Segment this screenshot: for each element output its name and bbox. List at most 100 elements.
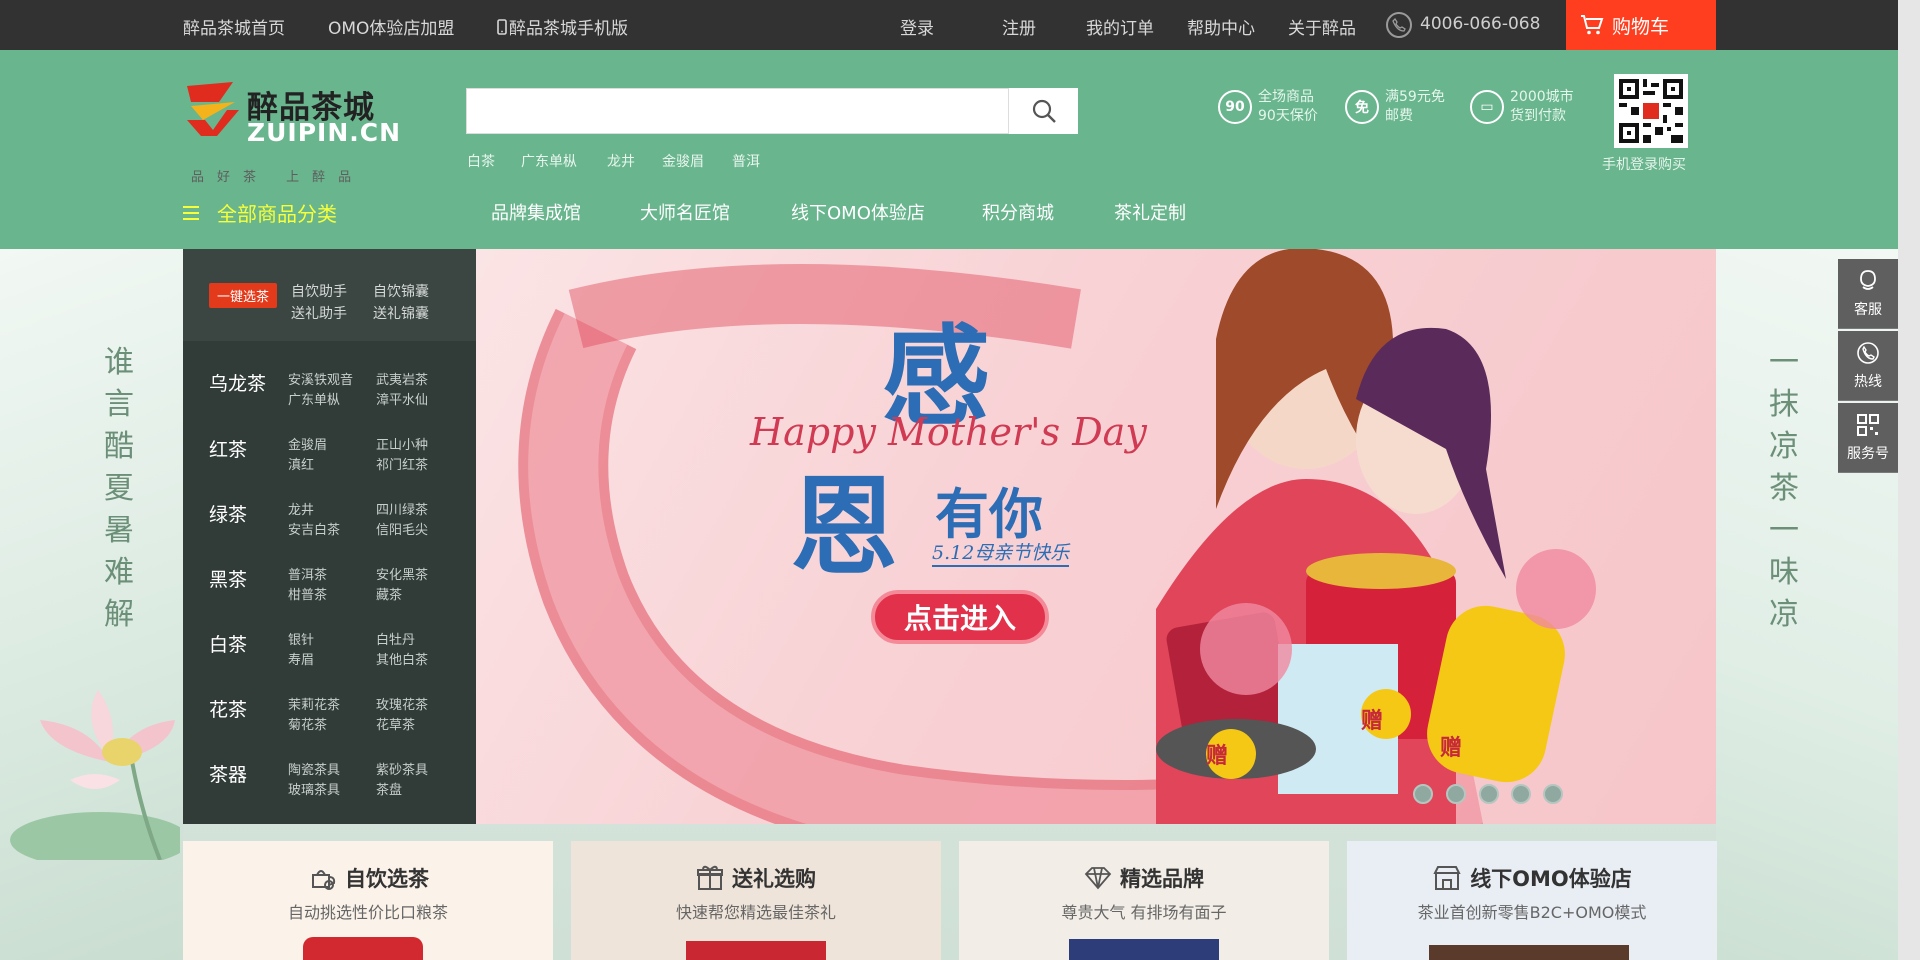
- category-sub[interactable]: 安化黑茶: [376, 564, 428, 583]
- search-button[interactable]: [1008, 88, 1078, 134]
- category-sub[interactable]: 菊花茶: [288, 714, 327, 733]
- category-sub[interactable]: 玫瑰花茶: [376, 694, 428, 713]
- category-sub[interactable]: 银针: [288, 629, 314, 648]
- category-sub[interactable]: 普洱茶: [288, 564, 327, 583]
- category-sub[interactable]: 广东单枞: [288, 389, 340, 408]
- quick-link[interactable]: 自饮锦囊: [373, 281, 429, 301]
- top-link-help[interactable]: 帮助中心: [1187, 14, 1255, 39]
- category-name[interactable]: 绿茶: [209, 500, 247, 527]
- qr-code-icon: [1619, 79, 1683, 143]
- category-sub[interactable]: 寿眉: [288, 649, 314, 668]
- feature-line: 2000城市: [1510, 89, 1574, 105]
- category-sub[interactable]: 龙井: [288, 499, 314, 518]
- poem-char: 抹: [1769, 387, 1799, 422]
- feature-line: 邮费: [1385, 108, 1413, 124]
- category-name[interactable]: 红茶: [209, 435, 247, 462]
- quick-link[interactable]: 送礼锦囊: [373, 303, 429, 323]
- logo[interactable]: 醉品茶城 ZUIPIN.CN 品好茶 上醉品: [183, 80, 400, 185]
- category-name[interactable]: 白茶: [209, 630, 247, 657]
- top-link-register[interactable]: 注册: [1002, 14, 1036, 39]
- service-hotline[interactable]: 热线: [1838, 331, 1898, 401]
- poem-char: 一: [1769, 513, 1799, 548]
- top-link-about[interactable]: 关于醉品: [1288, 14, 1356, 39]
- hot-keyword[interactable]: 金骏眉: [662, 151, 704, 171]
- category-sub[interactable]: 武夷岩茶: [376, 369, 428, 388]
- poem-char: 酷: [104, 429, 134, 464]
- poem-char: 一: [1769, 345, 1799, 380]
- top-link-omo-join[interactable]: OMO体验店加盟: [328, 14, 454, 39]
- feature-line: 货到付款: [1510, 108, 1566, 124]
- category-sub[interactable]: 陶瓷茶具: [288, 759, 340, 778]
- category-sub[interactable]: 正山小种: [376, 434, 428, 453]
- category-name[interactable]: 茶器: [209, 760, 247, 787]
- banner-enter-button[interactable]: 点击进入: [871, 590, 1049, 644]
- poem-char: 凉: [1769, 597, 1799, 632]
- cart-button[interactable]: 购物车: [1566, 0, 1716, 50]
- card-omo-store[interactable]: 线下OMO体验店 茶业首创新零售B2C+OMO模式: [1347, 841, 1717, 960]
- scrollbar[interactable]: [1898, 0, 1920, 960]
- hotline-number: 4006-066-068: [1420, 14, 1541, 34]
- category-sub[interactable]: 白牡丹: [376, 629, 415, 648]
- top-link-mobile[interactable]: 醉品茶城手机版: [497, 14, 628, 39]
- nav-item-master-hall[interactable]: 大师名匠馆: [640, 199, 730, 225]
- quick-link[interactable]: 自饮助手: [291, 281, 347, 301]
- category-sub[interactable]: 滇红: [288, 454, 314, 473]
- left-poem: 谁 言 酷 夏 暑 难 解: [99, 342, 139, 636]
- category-sub[interactable]: 茶盘: [376, 779, 402, 798]
- category-sub[interactable]: 安吉白茶: [288, 519, 340, 538]
- slide-dot[interactable]: [1543, 784, 1563, 804]
- banner-artwork: [518, 249, 1596, 824]
- category-sub[interactable]: 藏茶: [376, 584, 402, 603]
- nav-item-points-mall[interactable]: 积分商城: [982, 199, 1054, 225]
- card-self-drink[interactable]: 自饮选茶 自动挑选性价比口粮茶: [183, 841, 553, 960]
- category-sub[interactable]: 紫砂茶具: [376, 759, 428, 778]
- quick-pick-tag[interactable]: 一键选茶: [209, 283, 278, 308]
- slide-dot[interactable]: [1446, 784, 1466, 804]
- card-brands[interactable]: 精选品牌 尊贵大气 有排场有面子: [959, 841, 1329, 960]
- free-shipping-icon: 免: [1345, 90, 1379, 124]
- all-categories-button[interactable]: 全部商品分类: [183, 198, 337, 227]
- category-sub[interactable]: 茉莉花茶: [288, 694, 340, 713]
- search-icon: [1032, 99, 1056, 123]
- card-title: 线下OMO体验店: [1470, 867, 1632, 891]
- category-sub[interactable]: 四川绿茶: [376, 499, 428, 518]
- category-name[interactable]: 花茶: [209, 695, 247, 722]
- hot-keyword[interactable]: 普洱: [732, 151, 760, 171]
- slide-dot[interactable]: [1511, 784, 1531, 804]
- category-sub[interactable]: 安溪铁观音: [288, 369, 353, 388]
- card-gift[interactable]: 送礼选购 快速帮您精选最佳茶礼: [571, 841, 941, 960]
- poem-char: 夏: [104, 471, 134, 506]
- category-sub[interactable]: 祁门红茶: [376, 454, 428, 473]
- category-sub[interactable]: 漳平水仙: [376, 389, 428, 408]
- hero-banner[interactable]: [476, 249, 1716, 824]
- service-customer[interactable]: 客服: [1838, 259, 1898, 329]
- hot-keyword[interactable]: 龙井: [607, 151, 635, 171]
- top-link-login[interactable]: 登录: [900, 14, 934, 39]
- product-image: [686, 941, 826, 960]
- nav-item-omo-store[interactable]: 线下OMO体验店: [791, 199, 925, 225]
- top-link-home[interactable]: 醉品茶城首页: [183, 14, 285, 39]
- quick-link[interactable]: 送礼助手: [291, 303, 347, 323]
- category-sub[interactable]: 柑普茶: [288, 584, 327, 603]
- card-subtitle: 快速帮您精选最佳茶礼: [675, 903, 836, 922]
- category-sub[interactable]: 信阳毛尖: [376, 519, 428, 538]
- feature-free-shipping: 免 满59元免 邮费: [1345, 88, 1445, 126]
- category-sub[interactable]: 玻璃茶具: [288, 779, 340, 798]
- hot-keyword[interactable]: 广东单枞: [521, 151, 577, 171]
- nav-item-gift-custom[interactable]: 茶礼定制: [1114, 199, 1186, 225]
- search-input[interactable]: [466, 88, 1010, 134]
- category-sub[interactable]: 花草茶: [376, 714, 415, 733]
- category-name[interactable]: 黑茶: [209, 565, 247, 592]
- nav-item-brand-hall[interactable]: 品牌集成馆: [491, 199, 581, 225]
- hot-keyword[interactable]: 白茶: [467, 151, 495, 171]
- service-account[interactable]: 服务号: [1838, 403, 1898, 473]
- logo-en: ZUIPIN.CN: [247, 118, 402, 147]
- card-subtitle: 自动挑选性价比口粮茶: [287, 903, 448, 922]
- slide-dot[interactable]: [1413, 784, 1433, 804]
- category-sub[interactable]: 金骏眉: [288, 434, 327, 453]
- category-name[interactable]: 乌龙茶: [209, 369, 266, 396]
- top-link-orders[interactable]: 我的订单: [1086, 14, 1154, 39]
- card-title: 精选品牌: [1120, 867, 1204, 891]
- slide-dot[interactable]: [1479, 784, 1499, 804]
- category-sub[interactable]: 其他白茶: [376, 649, 428, 668]
